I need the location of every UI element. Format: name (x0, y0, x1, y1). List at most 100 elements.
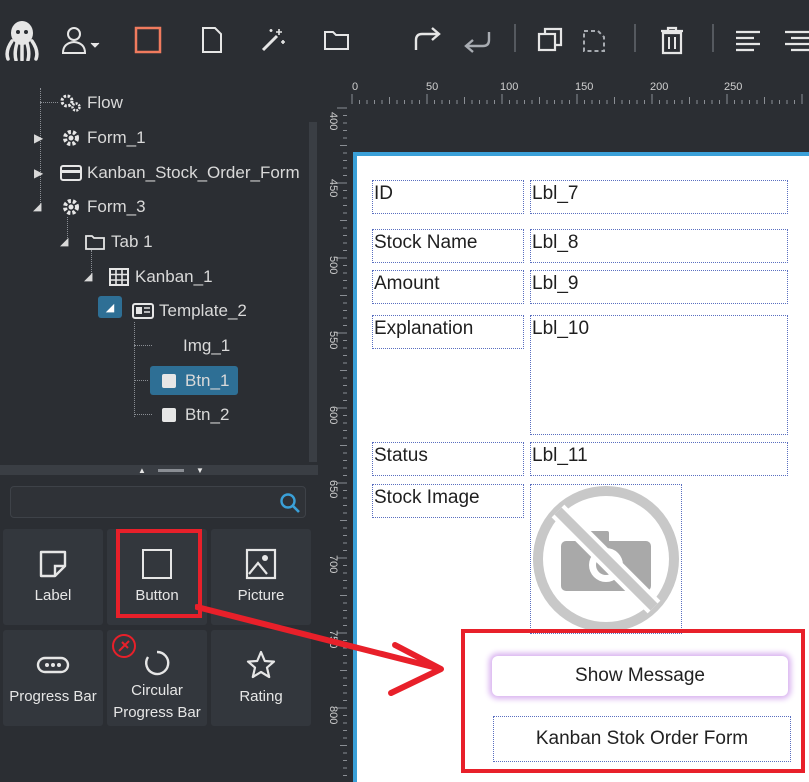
rectangle-tool-icon[interactable] (131, 22, 165, 58)
ruler-number: 700 (327, 555, 339, 574)
ruler-number: 800 (327, 706, 339, 725)
folder-icon[interactable] (320, 22, 354, 58)
button-icon (158, 404, 180, 426)
toolbar-separator (634, 24, 636, 52)
tree-node-label: Flow (87, 93, 123, 112)
paste-icon[interactable] (578, 22, 612, 58)
circular-progress-icon (141, 646, 173, 680)
octopus-logo-icon (2, 18, 42, 62)
explanation-label[interactable]: Explanation (372, 315, 524, 349)
redo-icon[interactable] (412, 22, 446, 58)
gears-icon (60, 92, 82, 114)
tree-node-label: Form_3 (87, 197, 146, 216)
search-input[interactable] (10, 486, 306, 518)
down-arrow-icon: ▼ (196, 466, 204, 475)
stock-image-placeholder[interactable] (530, 484, 682, 634)
tree-connector (134, 414, 152, 415)
tree-connector (40, 102, 58, 103)
template-icon (132, 300, 154, 322)
status-label[interactable]: Status (372, 442, 524, 476)
tree-node-btn-1[interactable]: Btn_1 (158, 368, 229, 394)
explanation-value[interactable]: Lbl_10 (530, 315, 788, 435)
tree-node-form-1[interactable]: Form_1 (60, 125, 146, 151)
trash-icon[interactable] (655, 22, 689, 58)
toolbar (0, 0, 809, 82)
palette-circular-text-1: Circular (131, 682, 183, 699)
gear-icon (60, 196, 82, 218)
expand-arrow-icon[interactable]: ▶ (34, 131, 43, 145)
annotation-arrow-icon (195, 604, 444, 696)
collapse-arrow-icon[interactable]: ◢ (60, 235, 68, 248)
tree-node-label: Btn_1 (185, 371, 230, 390)
palette-label-text: Label (34, 587, 72, 604)
tree-node-template-2[interactable]: Template_2 (132, 298, 247, 324)
tree-node-tab-1[interactable]: Tab 1 (84, 229, 153, 255)
tree-node-form-3[interactable]: Form_3 (60, 194, 146, 220)
component-tree: Flow ▶ Form_1 ▶ Kanban_Stock_Order_Form … (0, 82, 318, 467)
label-icon (37, 547, 69, 581)
ruler-number: 600 (327, 406, 339, 425)
collapse-arrow-icon[interactable]: ◢ (98, 296, 122, 318)
horizontal-ruler: 0 50 100 150 200 250 (340, 81, 809, 104)
status-value[interactable]: Lbl_11 (530, 442, 788, 476)
tree-node-kanban-stock-order-form[interactable]: Kanban_Stock_Order_Form (60, 160, 300, 186)
ruler-number: 100 (500, 81, 519, 93)
tree-node-img-1[interactable]: Img_1 (183, 333, 230, 359)
panel-splitter[interactable]: ▲ ▼ (0, 465, 318, 475)
user-icon[interactable] (58, 22, 104, 58)
collapse-arrow-icon[interactable]: ◢ (84, 270, 92, 283)
align-right-icon[interactable] (780, 22, 809, 58)
toolbar-separator (514, 24, 516, 52)
palette-circular-text-2: Progress Bar (113, 704, 201, 721)
stock-name-label[interactable]: Stock Name (372, 229, 524, 263)
tree-node-label: Tab 1 (111, 232, 153, 251)
id-label[interactable]: ID (372, 180, 524, 214)
folder-icon (84, 231, 106, 253)
ruler-number: 200 (650, 81, 669, 93)
ruler-number: 150 (575, 81, 594, 93)
gear-icon (60, 127, 82, 149)
premium-badge-icon (110, 632, 138, 665)
tree-node-label: Form_1 (87, 128, 146, 147)
up-arrow-icon: ▲ (138, 466, 146, 475)
palette-label[interactable]: Label (3, 529, 103, 625)
tree-node-btn-2[interactable]: Btn_2 (158, 402, 229, 428)
highlight-box-buttons (461, 629, 805, 773)
tree-node-label: Img_1 (183, 336, 231, 355)
button-icon (158, 370, 180, 392)
picture-icon (245, 547, 277, 581)
tree-connector (40, 88, 41, 208)
ruler-number: 650 (327, 480, 339, 499)
no-photo-icon (533, 486, 679, 632)
stock-image-label[interactable]: Stock Image (372, 484, 524, 518)
id-value[interactable]: Lbl_7 (530, 180, 788, 214)
grid-icon (108, 266, 130, 288)
ruler-number: 50 (426, 81, 439, 93)
highlight-box-button-tile (116, 529, 202, 618)
search-icon[interactable] (279, 492, 301, 519)
undo-icon[interactable] (459, 22, 493, 58)
ruler-number: 0 (352, 81, 359, 93)
amount-label[interactable]: Amount (372, 270, 524, 304)
align-left-icon[interactable] (731, 22, 765, 58)
copy-icon[interactable] (534, 22, 568, 58)
tree-scrollbar[interactable] (309, 122, 317, 462)
progress-bar-icon (36, 648, 70, 682)
palette-progress-bar[interactable]: Progress Bar (3, 630, 103, 726)
magic-wand-icon[interactable] (256, 22, 290, 58)
new-page-icon[interactable] (195, 22, 229, 58)
amount-value[interactable]: Lbl_9 (530, 270, 788, 304)
tree-connector (134, 380, 148, 381)
tree-node-flow[interactable]: Flow (60, 90, 123, 116)
ruler-number: 400 (327, 112, 339, 131)
tree-node-label: Kanban_Stock_Order_Form (87, 163, 300, 182)
stock-name-value[interactable]: Lbl_8 (530, 229, 788, 263)
tree-node-kanban-1[interactable]: Kanban_1 (108, 264, 213, 290)
tree-node-label: Template_2 (159, 301, 247, 320)
collapse-arrow-icon[interactable]: ◢ (33, 200, 41, 213)
toolbar-separator (712, 24, 714, 52)
ruler-number: 250 (724, 81, 743, 93)
tree-connector (134, 322, 135, 417)
expand-arrow-icon[interactable]: ▶ (34, 166, 43, 180)
tree-node-label: Kanban_1 (135, 267, 213, 286)
